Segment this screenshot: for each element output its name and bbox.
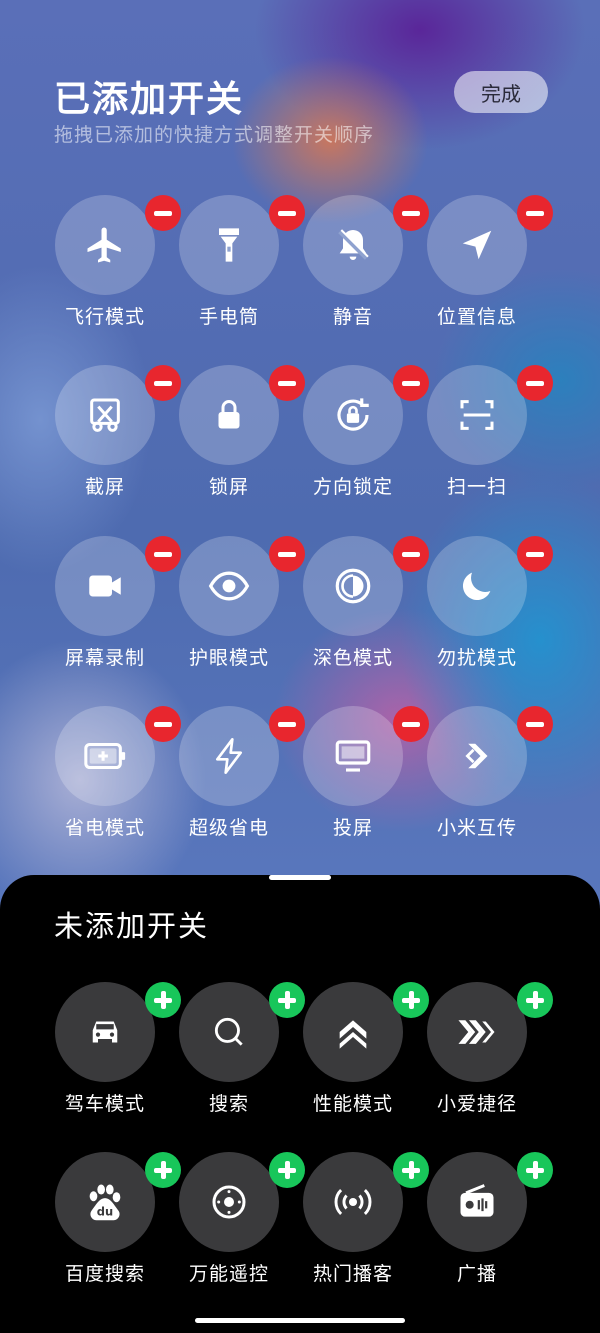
toggle-screenshot[interactable]: 截屏 — [40, 365, 181, 515]
screenshot-scissors-icon — [55, 365, 155, 465]
remove-badge[interactable] — [517, 365, 553, 401]
remove-badge[interactable] — [517, 706, 553, 742]
toggle-label: 省电模式 — [64, 817, 145, 839]
bell-muted-icon — [303, 195, 403, 295]
moon-icon — [427, 536, 527, 636]
add-badge[interactable] — [517, 1152, 553, 1188]
toggle-radio[interactable]: 广播 — [412, 1152, 553, 1302]
toggle-label: 护眼模式 — [188, 647, 269, 669]
toggle-airplane-mode[interactable]: 飞行模式 — [40, 195, 181, 345]
toggle-eye-care[interactable]: 护眼模式 — [164, 536, 305, 686]
toggle-lock-screen[interactable]: 锁屏 — [164, 365, 305, 515]
toggle-popular-podcasts[interactable]: 热门播客 — [288, 1152, 429, 1302]
chevrons-up-icon — [303, 982, 403, 1082]
video-camera-icon — [55, 536, 155, 636]
toggle-label: 热门播客 — [312, 1263, 393, 1285]
toggle-universal-remote[interactable]: 万能遥控 — [164, 1152, 305, 1302]
toggle-mute[interactable]: 静音 — [288, 195, 429, 345]
toggle-label: 小米互传 — [436, 817, 517, 839]
remove-badge[interactable] — [517, 195, 553, 231]
lightning-icon — [179, 706, 279, 806]
toggle-label: 搜索 — [208, 1093, 249, 1115]
toggle-location[interactable]: 位置信息 — [412, 195, 553, 345]
toggle-driving-mode[interactable]: 驾车模式 — [40, 982, 181, 1132]
add-badge[interactable] — [517, 982, 553, 1018]
toggle-label: 飞行模式 — [64, 306, 145, 328]
toggle-label: 广播 — [456, 1263, 497, 1285]
toggle-label: 深色模式 — [312, 647, 393, 669]
home-indicator[interactable] — [195, 1318, 405, 1323]
toggle-search[interactable]: 搜索 — [164, 982, 305, 1132]
toggle-label: 投屏 — [332, 817, 373, 839]
lock-icon — [179, 365, 279, 465]
remove-badge[interactable] — [517, 536, 553, 572]
toggle-mi-share[interactable]: 小米互传 — [412, 706, 553, 856]
search-icon — [179, 982, 279, 1082]
toggle-label: 驾车模式 — [64, 1093, 145, 1115]
car-icon — [55, 982, 155, 1082]
toggle-label: 屏幕录制 — [64, 647, 145, 669]
toggle-label: 手电筒 — [198, 306, 259, 328]
remote-control-icon — [179, 1152, 279, 1252]
toggle-performance-mode[interactable]: 性能模式 — [288, 982, 429, 1132]
toggle-label: 位置信息 — [436, 306, 517, 328]
toggle-label: 小爱捷径 — [436, 1093, 517, 1115]
toggle-flashlight[interactable]: 手电筒 — [164, 195, 305, 345]
baidu-icon: du — [55, 1152, 155, 1252]
airplane-icon — [55, 195, 155, 295]
monitor-icon — [303, 706, 403, 806]
toggle-do-not-disturb[interactable]: 勿扰模式 — [412, 536, 553, 686]
location-arrow-icon — [427, 195, 527, 295]
toggle-label: 锁屏 — [208, 476, 249, 498]
page-subtitle: 拖拽已添加的快捷方式调整开关顺序 — [54, 124, 375, 146]
toggle-label: 百度搜索 — [64, 1263, 145, 1285]
rotation-lock-icon — [303, 365, 403, 465]
toggle-label: 万能遥控 — [188, 1263, 269, 1285]
toggle-ultra-battery-saver[interactable]: 超级省电 — [164, 706, 305, 856]
toggle-rotation-lock[interactable]: 方向锁定 — [288, 365, 429, 515]
toggle-baidu-search[interactable]: du 百度搜索 — [40, 1152, 181, 1302]
toggle-label: 截屏 — [84, 476, 125, 498]
toggle-xiaoai-shortcut[interactable]: 小爱捷径 — [412, 982, 553, 1132]
svg-text:du: du — [97, 1204, 113, 1218]
toggle-scan[interactable]: 扫一扫 — [412, 365, 553, 515]
radio-icon — [427, 1152, 527, 1252]
eye-icon — [179, 536, 279, 636]
toggle-label: 性能模式 — [312, 1093, 393, 1115]
toggle-battery-saver[interactable]: 省电模式 — [40, 706, 181, 856]
toggle-label: 方向锁定 — [312, 476, 393, 498]
dark-mode-icon — [303, 536, 403, 636]
toggle-label: 超级省电 — [188, 817, 269, 839]
toggle-label: 勿扰模式 — [436, 647, 517, 669]
not-added-title: 未添加开关 — [54, 909, 210, 943]
toggle-dark-mode[interactable]: 深色模式 — [288, 536, 429, 686]
page-title: 已添加开关 — [54, 79, 245, 120]
flashlight-icon — [179, 195, 279, 295]
toggle-label: 扫一扫 — [446, 476, 507, 498]
shortcut-icon — [427, 982, 527, 1082]
battery-icon — [55, 706, 155, 806]
panel-drag-handle[interactable] — [269, 875, 331, 880]
mi-share-icon — [427, 706, 527, 806]
podcast-icon — [303, 1152, 403, 1252]
done-button[interactable]: 完成 — [454, 71, 548, 113]
toggle-label: 静音 — [332, 306, 373, 328]
toggle-cast[interactable]: 投屏 — [288, 706, 429, 856]
toggle-screen-record[interactable]: 屏幕录制 — [40, 536, 181, 686]
scan-icon — [427, 365, 527, 465]
